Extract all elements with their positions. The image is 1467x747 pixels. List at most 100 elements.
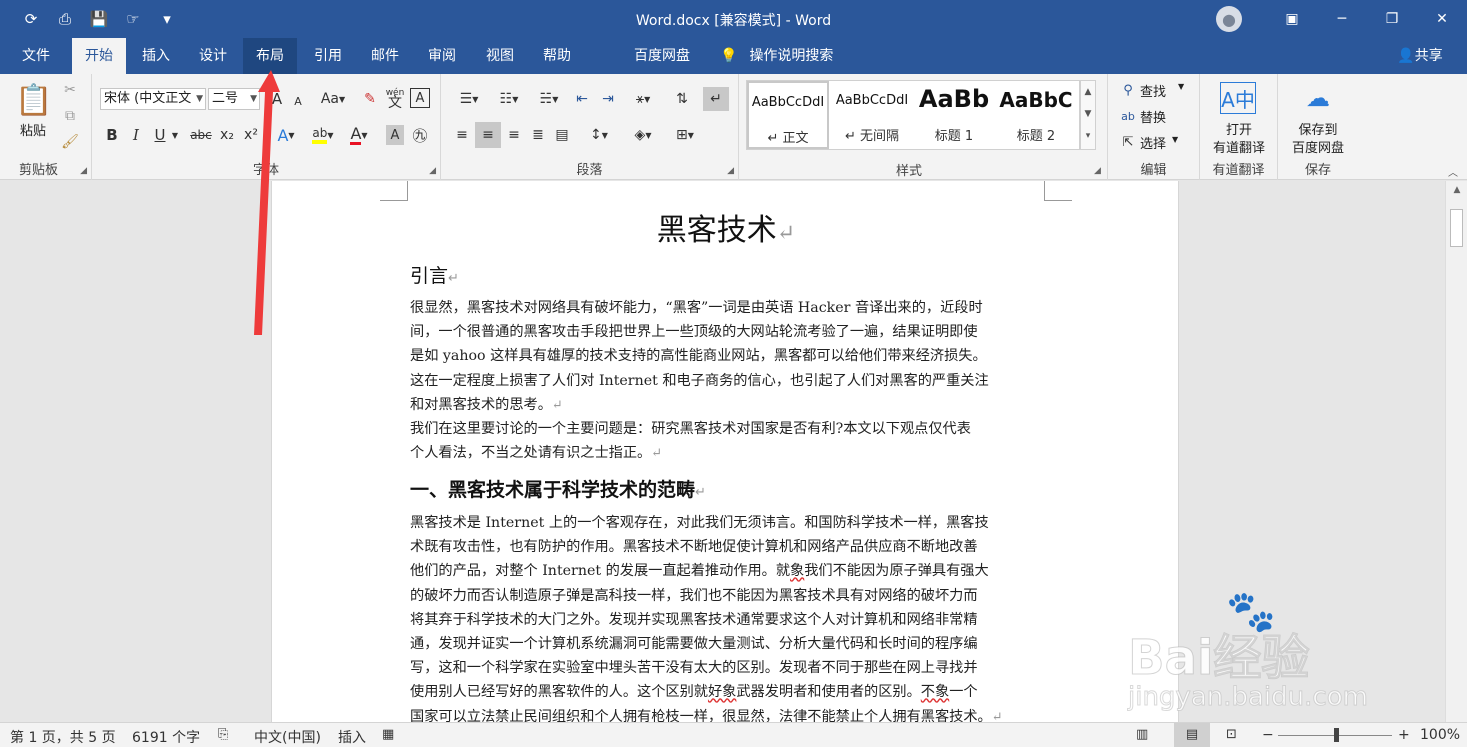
align-left-icon[interactable]: ≡	[451, 124, 473, 146]
read-mode-icon[interactable]: ▥	[1136, 727, 1148, 742]
tab-review[interactable]: 审阅	[416, 38, 468, 74]
underline-icon[interactable]: U	[150, 124, 170, 146]
show-paragraph-marks-icon[interactable]: ↵	[703, 87, 729, 111]
decrease-indent-icon[interactable]: ⇤	[571, 88, 593, 110]
chinese-layout-icon[interactable]: ⚹ ▼	[625, 88, 661, 110]
document-page[interactable]: 黑客技术↵ 引言↵ 很显然，黑客技术对网络具有破坏能力，“黑客”一词是由英语 H…	[271, 181, 1179, 725]
clear-formatting-icon[interactable]: ✎	[360, 88, 380, 110]
font-name-combo[interactable]: 宋体 (中文正文 ▼	[100, 88, 206, 110]
restore-button[interactable]: ❐	[1367, 0, 1417, 38]
tab-file[interactable]: 文件	[14, 38, 58, 74]
tab-design[interactable]: 设计	[187, 38, 239, 74]
tab-view[interactable]: 视图	[474, 38, 526, 74]
baidu-line2[interactable]: 百度网盘	[1278, 137, 1358, 156]
bullets-icon[interactable]: ☰ ▼	[451, 88, 487, 110]
macro-recording-icon[interactable]: ▦	[382, 727, 394, 742]
paragraph-2: 我们在这里要讨论的一个主要问题是：研究黑客技术对国家是否有利?本文以下观点仅代表…	[410, 421, 971, 462]
select-label[interactable]: 选择	[1140, 133, 1166, 152]
align-right-icon[interactable]: ≡	[503, 124, 525, 146]
scrollbar-thumb[interactable]	[1450, 209, 1463, 247]
chevron-down-icon[interactable]: ▼	[170, 128, 180, 142]
clipboard-launcher-icon[interactable]: ◢	[80, 166, 87, 176]
character-shading-icon[interactable]: A	[386, 125, 404, 145]
tab-references[interactable]: 引用	[302, 38, 354, 74]
format-painter-icon[interactable]: 🖌	[60, 132, 80, 152]
find-label[interactable]: 查找	[1140, 81, 1166, 100]
chevron-down-icon[interactable]: ▼	[1178, 82, 1184, 91]
tab-help[interactable]: 帮助	[531, 38, 583, 74]
select-icon[interactable]: ⇱	[1120, 134, 1136, 150]
tab-insert[interactable]: 插入	[130, 38, 182, 74]
increase-indent-icon[interactable]: ⇥	[597, 88, 619, 110]
line-spacing-icon[interactable]: ↕ ▼	[581, 124, 617, 146]
style-normal[interactable]: AaBbCcDdI ↵ 正文	[747, 81, 829, 149]
zoom-out-button[interactable]: −	[1262, 727, 1274, 743]
font-size-combo[interactable]: 二号 ▼	[208, 88, 260, 110]
insert-mode[interactable]: 插入	[338, 727, 366, 747]
style-heading-2[interactable]: AaBbC 标题 2	[995, 81, 1077, 149]
strikethrough-icon[interactable]: abc	[188, 124, 214, 146]
chevron-down-icon[interactable]: ▼	[1172, 135, 1178, 144]
distributed-icon[interactable]: ▤	[551, 124, 573, 146]
word-count[interactable]: 6191 个字	[132, 727, 200, 747]
zoom-slider-thumb[interactable]	[1334, 728, 1340, 742]
tab-layout[interactable]: 布局	[243, 38, 297, 74]
text-effects-icon[interactable]: A ▼	[272, 124, 300, 146]
shrink-font-icon[interactable]: A	[288, 91, 308, 111]
share-button[interactable]: 👤共享	[1390, 38, 1450, 74]
youdao-translate-icon[interactable]: A中	[1220, 82, 1256, 114]
borders-icon[interactable]: ⊞ ▼	[667, 124, 703, 146]
multilevel-list-icon[interactable]: ☵ ▼	[531, 88, 567, 110]
shading-icon[interactable]: ◈ ▼	[625, 124, 661, 146]
grow-font-icon[interactable]: A	[266, 88, 288, 110]
change-case-icon[interactable]: Aa ▼	[316, 88, 350, 110]
font-launcher-icon[interactable]: ◢	[429, 166, 436, 176]
replace-label[interactable]: 替换	[1140, 107, 1166, 126]
close-button[interactable]: ✕	[1417, 0, 1467, 38]
vertical-scrollbar[interactable]: ▲	[1445, 181, 1467, 722]
baidu-netdisk-icon[interactable]: ☁	[1300, 82, 1336, 114]
zoom-in-button[interactable]: +	[1398, 727, 1410, 743]
tell-me-search[interactable]: 💡 操作说明搜索	[720, 38, 846, 74]
web-layout-icon[interactable]: ⊡	[1226, 727, 1237, 742]
numbering-icon[interactable]: ☷ ▼	[491, 88, 527, 110]
bold-icon[interactable]: B	[102, 124, 122, 146]
language[interactable]: 中文(中国)	[254, 727, 321, 747]
collapse-ribbon-icon[interactable]: ︿	[1446, 164, 1460, 179]
youdao-line1[interactable]: 打开	[1200, 119, 1278, 138]
paste-icon[interactable]: 📋	[15, 82, 52, 118]
print-layout-icon[interactable]: ▤	[1174, 723, 1210, 747]
paragraph-launcher-icon[interactable]: ◢	[727, 166, 734, 176]
replace-icon[interactable]: ab	[1120, 108, 1136, 124]
font-color-icon[interactable]: A ▼	[344, 124, 374, 146]
tab-mailings[interactable]: 邮件	[359, 38, 411, 74]
zoom-level[interactable]: 100%	[1420, 727, 1460, 743]
superscript-icon[interactable]: x²	[240, 124, 262, 146]
align-center-icon[interactable]: ≡	[475, 122, 501, 148]
ribbon-display-options-icon[interactable]: ▣	[1267, 0, 1317, 38]
style-no-spacing[interactable]: AaBbCcDdI ↵ 无间隔	[831, 81, 913, 149]
baidu-line1[interactable]: 保存到	[1278, 119, 1358, 138]
style-heading-1[interactable]: AaBb 标题 1	[913, 81, 995, 149]
styles-gallery-scroll[interactable]: ▲ ▼ ▾	[1080, 80, 1096, 150]
sort-icon[interactable]: ⇅	[671, 88, 693, 110]
tab-baidu-netdisk[interactable]: 百度网盘	[626, 38, 698, 74]
proofing-icon[interactable]: ⎘	[218, 727, 228, 742]
phonetic-guide-icon[interactable]: wén 文	[384, 86, 406, 110]
page-count[interactable]: 第 1 页，共 5 页	[10, 727, 116, 747]
scroll-up-icon[interactable]: ▲	[1446, 181, 1467, 199]
user-avatar[interactable]: ●	[1216, 6, 1242, 32]
cut-icon[interactable]: ✂	[60, 80, 80, 100]
character-border-icon[interactable]: A	[410, 88, 430, 108]
enclose-characters-icon[interactable]: ㊈	[410, 124, 430, 146]
youdao-line2[interactable]: 有道翻译	[1200, 137, 1278, 156]
tab-home[interactable]: 开始	[72, 38, 126, 74]
subscript-icon[interactable]: x₂	[216, 124, 238, 146]
highlight-icon[interactable]: ab ▼	[306, 124, 340, 146]
copy-icon[interactable]: ⧉	[60, 106, 80, 126]
paste-label[interactable]: 粘贴	[20, 120, 46, 139]
find-icon[interactable]: ⚲	[1120, 82, 1136, 98]
italic-icon[interactable]: I	[126, 124, 146, 146]
minimize-button[interactable]: ─	[1317, 0, 1367, 38]
justify-icon[interactable]: ≣	[527, 124, 549, 146]
